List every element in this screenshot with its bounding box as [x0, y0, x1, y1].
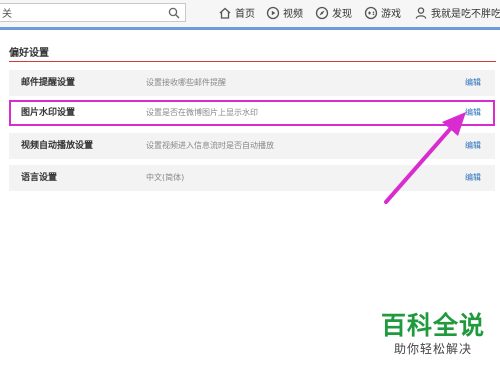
search-box[interactable]: [0, 3, 186, 22]
page-title: 偏好设置: [9, 48, 49, 59]
nav-accent-line: [0, 27, 500, 30]
nav-video-label: 视频: [283, 9, 303, 20]
row-description: 设置是否在微博图片上显示水印: [146, 108, 258, 117]
user-icon: [415, 6, 427, 19]
row-label: 语言设置: [21, 173, 58, 183]
watermark-subtitle: 助你轻松解决: [393, 342, 472, 356]
watermark-title: 百科全说: [380, 311, 485, 340]
nav-profile-label: 我就是吃不胖吃…: [431, 9, 500, 20]
site-watermark: 百科全说 助你轻松解决: [374, 306, 492, 362]
row-label: 图片水印设置: [21, 108, 76, 118]
nav-profile[interactable]: 我就是吃不胖吃…: [414, 4, 500, 21]
nav-discover[interactable]: 发现: [315, 4, 352, 21]
nav-home-label: 首页: [235, 9, 255, 20]
title-divider: [9, 61, 496, 62]
row-label: 视频自动播放设置: [21, 141, 94, 151]
search-icon[interactable]: [168, 7, 180, 19]
row-description: 设置接收哪些邮件提醒: [146, 78, 226, 87]
edit-link[interactable]: 编辑: [465, 70, 481, 96]
row-description: 设置视频进入信息流时是否自动播放: [146, 141, 274, 150]
video-icon: [266, 6, 280, 19]
annotation-arrow-icon: [384, 112, 466, 204]
row-label: 邮件提醒设置: [21, 78, 76, 88]
search-input[interactable]: [0, 4, 162, 21]
gamepad-icon: [364, 6, 378, 19]
nav-home[interactable]: 首页: [218, 4, 255, 21]
nav-games-label: 游戏: [381, 9, 401, 20]
nav-video[interactable]: 视频: [266, 4, 303, 21]
settings-row-email: 邮件提醒设置 设置接收哪些邮件提醒 编辑: [9, 70, 495, 96]
home-icon: [219, 7, 231, 19]
compass-icon: [315, 6, 329, 19]
nav-games[interactable]: 游戏: [364, 4, 401, 21]
nav-discover-label: 发现: [332, 9, 352, 20]
row-description: 中文(简体): [146, 173, 185, 182]
